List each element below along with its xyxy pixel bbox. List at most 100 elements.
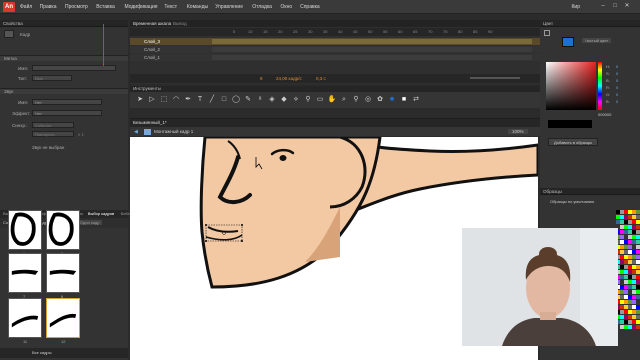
menu-item[interactable]: Управление [215,4,243,10]
eye[interactable] [279,155,287,161]
eyedropper-icon[interactable]: ⚲ [303,95,313,105]
document-tab[interactable]: Безымянный_1* [133,120,167,125]
color-swatch[interactable] [636,260,640,264]
menu-item[interactable]: Вставка [96,4,115,10]
color-swatch[interactable] [636,245,640,249]
swatches-group[interactable]: Образцы по умолчанию [550,199,594,204]
back-arrow-icon[interactable]: ◀ [134,129,138,135]
color-swatch[interactable] [636,270,640,274]
timeline-layer[interactable]: Слой_2 [130,46,540,53]
3d-icon[interactable]: ◎ [363,95,373,105]
sort-select[interactable]: Один кадр [78,220,102,225]
frame-thumbnail[interactable] [46,253,80,293]
color-swatch[interactable] [636,265,640,269]
color-swatch[interactable] [636,235,640,239]
color-swatch[interactable] [636,325,640,329]
color-channel-value[interactable]: 0 [616,64,618,69]
color-swatch[interactable] [636,290,640,294]
color-swatch[interactable] [636,275,640,279]
fill-color-swatch[interactable] [562,37,574,47]
frame-thumbnail[interactable] [8,210,42,250]
lasso-icon[interactable]: ◠ [171,95,181,105]
menu-item[interactable]: Правка [40,4,57,10]
effect-select[interactable]: Нет [32,110,102,116]
color-swatch[interactable] [636,255,640,259]
hex-value[interactable]: 000000 [598,112,611,117]
hue-slider[interactable] [598,62,602,110]
color-swatch[interactable] [636,315,640,319]
color-channel-value[interactable]: 0 [616,78,618,83]
frame-thumbnail[interactable] [46,298,80,338]
color-swatch[interactable] [636,295,640,299]
frame-thumbnail[interactable] [8,298,42,338]
bone-icon[interactable]: ⚲ [351,95,361,105]
color-type-select[interactable]: Чистый цвет [582,38,612,43]
color-channel-value[interactable]: 0 [616,85,618,90]
playhead[interactable] [103,24,104,66]
color-swatch[interactable] [636,250,640,254]
zoom-select[interactable]: 100% [508,129,528,134]
pen-icon[interactable]: ✒ [183,95,193,105]
color-channel-value[interactable]: 0 [616,99,618,104]
line-icon[interactable]: ╱ [207,95,217,105]
sound-name-select[interactable]: Нет [32,99,102,105]
deco-icon[interactable]: ✿ [375,95,385,105]
text-icon[interactable]: T [195,95,205,105]
frame-thumbnail[interactable] [8,253,42,293]
transform-icon[interactable]: ⬚ [159,95,169,105]
menu-item[interactable]: Справка [300,4,320,10]
label-section[interactable]: Метка [0,55,128,61]
oval-icon[interactable]: ◯ [231,95,241,105]
color-swatch[interactable] [636,285,640,289]
timeline-zoom-slider[interactable] [470,77,520,79]
timeline-ruler[interactable]: 5 10 15 20 25 30 35 40 45 50 55 60 65 70 75 80 85 90 [130,28,540,36]
ink-icon[interactable]: ⟡ [291,95,301,105]
subselect-icon[interactable]: ▷ [147,95,157,105]
arrow-icon[interactable]: ➤ [135,95,145,105]
type-select[interactable]: Имя [32,75,72,81]
paint-icon[interactable]: ◈ [267,95,277,105]
symbol-breadcrumb[interactable]: Монтажный кадр 1 [154,129,193,134]
color-swatch[interactable] [636,305,640,309]
maximize-icon[interactable]: □ [610,2,620,10]
menu-item[interactable]: Команды [187,4,208,10]
menu-item[interactable]: Модификация [125,4,158,10]
add-to-swatches-button[interactable]: Добавить в образцы [548,138,598,146]
tab-timeline[interactable]: Временная шкала [133,21,171,26]
stroke-color-icon[interactable] [544,30,550,36]
zoom-icon[interactable]: ⌕ [339,95,349,105]
pencil-icon[interactable]: ✎ [243,95,253,105]
frame-thumbnail[interactable] [46,210,80,250]
library-tab[interactable]: Выбор кадров [88,211,114,216]
color-swatch[interactable] [636,320,640,324]
color-swatch[interactable] [636,220,640,224]
color-swatch[interactable] [636,300,640,304]
hand-icon[interactable]: ✋ [327,95,337,105]
layer-name[interactable]: Слой_1 [144,55,160,60]
color-swatch[interactable] [636,225,640,229]
sync-select[interactable]: Событие [32,122,74,128]
bucket-icon[interactable]: ◆ [279,95,289,105]
swap-icon[interactable]: ⇄ [411,95,421,105]
color-swatch[interactable] [636,310,640,314]
color-channel-value[interactable]: 0 [616,71,618,76]
repeat-select[interactable]: Повторить [32,131,74,137]
layer-frames[interactable] [212,47,532,52]
color-picker-field[interactable] [546,62,596,110]
fill-color-icon[interactable]: ■ [387,95,397,105]
color-swatch[interactable] [636,230,640,234]
repeat-count[interactable]: x 1 [78,132,84,137]
color-swatch[interactable] [636,215,640,219]
menu-item[interactable]: Просмотр [65,4,88,10]
menu-item[interactable]: Окно [281,4,293,10]
color-swatch[interactable] [636,240,640,244]
profile-menu[interactable]: Кир [572,4,581,10]
eraser-icon[interactable]: ▭ [315,95,325,105]
timeline-layer[interactable]: Слой_1 [130,54,540,61]
sound-section[interactable]: Звук [0,88,128,94]
fps-value[interactable]: 24,00 кадр/с [276,76,302,81]
timeline-layer[interactable]: Слой_3 [130,38,540,45]
menu-item[interactable]: Файл [20,4,32,10]
menu-item[interactable]: Текст [164,4,177,10]
layer-frames[interactable] [212,55,532,60]
